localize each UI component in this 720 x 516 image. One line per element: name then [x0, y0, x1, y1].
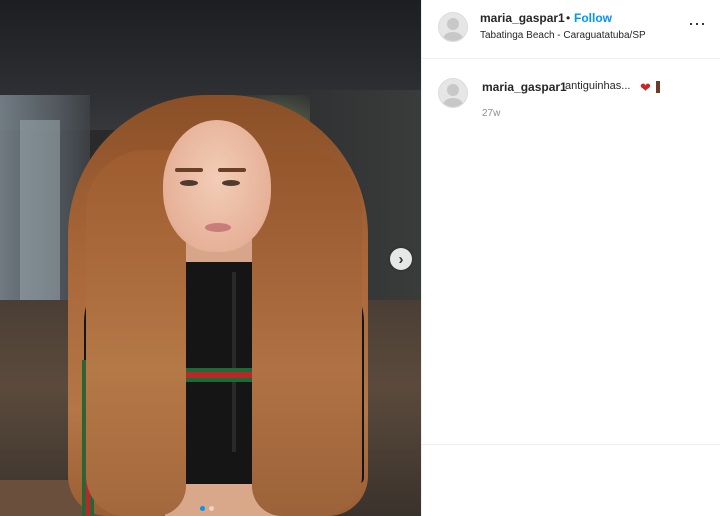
photo-subject — [163, 120, 271, 252]
photo-subject — [222, 180, 240, 186]
heart-emoji-icon: ❤ — [640, 80, 651, 95]
photo-subject — [180, 180, 198, 186]
next-photo-button[interactable]: › — [390, 248, 412, 270]
location-link[interactable]: Tabatinga Beach - Caraguatatuba/SP — [480, 30, 646, 41]
chevron-right-icon: › — [398, 250, 404, 268]
photo-background — [20, 120, 60, 300]
post-sidebar: maria_gaspar1 • Follow Tabatinga Beach -… — [421, 0, 720, 516]
carousel-indicator — [200, 506, 214, 511]
post-header: maria_gaspar1 • Follow Tabatinga Beach -… — [422, 0, 720, 59]
caption-username[interactable]: maria_gaspar1 — [482, 80, 567, 94]
photo-subject — [232, 272, 236, 452]
emoji-bar-icon — [656, 81, 660, 93]
follow-button[interactable]: Follow — [574, 11, 612, 25]
carousel-dot-active — [200, 506, 205, 511]
carousel-dot — [209, 506, 214, 511]
more-options-icon[interactable]: ⋯ — [688, 14, 706, 35]
caption-text: antiguinhas... — [565, 80, 631, 92]
separator-dot: • — [566, 11, 571, 25]
photo-subject — [218, 168, 246, 172]
caption-timestamp[interactable]: 27w — [482, 108, 500, 119]
avatar[interactable] — [438, 78, 468, 108]
instagram-post: › maria_gaspar1 • Follow Tabatinga Beach… — [0, 0, 720, 516]
photo-subject — [205, 223, 231, 232]
photo-subject — [175, 168, 203, 172]
divider — [422, 444, 720, 445]
avatar[interactable] — [438, 12, 468, 42]
post-photo[interactable]: › — [0, 0, 421, 516]
header-username[interactable]: maria_gaspar1 — [480, 11, 565, 25]
